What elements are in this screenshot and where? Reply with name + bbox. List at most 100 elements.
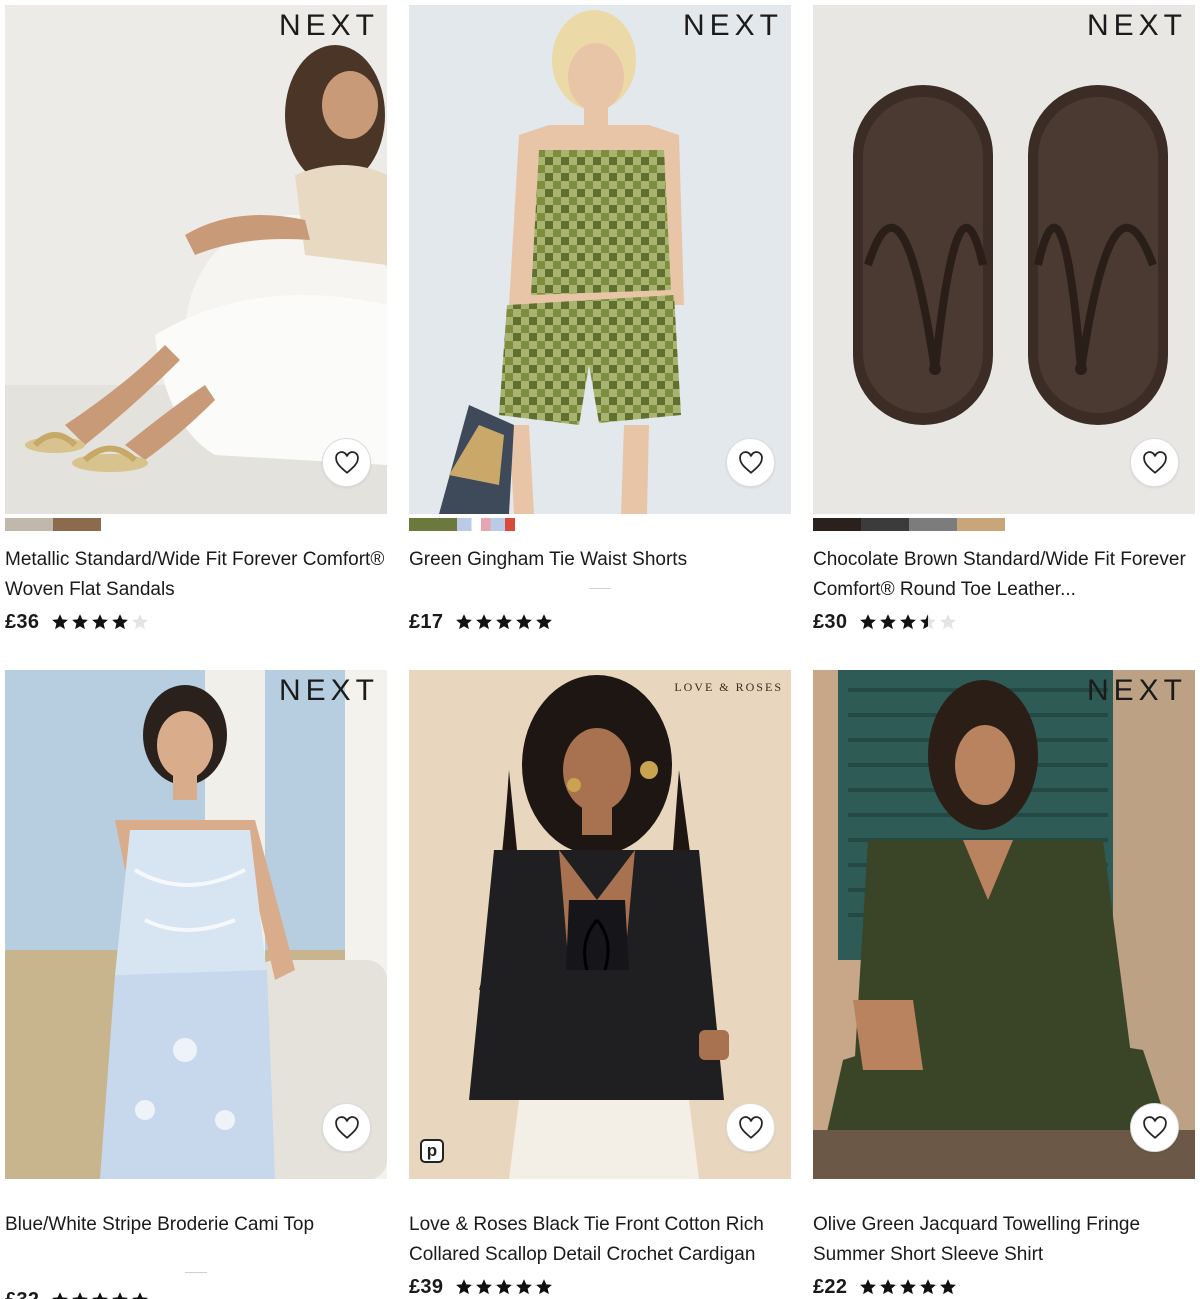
star-full-icon <box>92 1292 109 1299</box>
star-full-icon <box>456 1279 473 1295</box>
product-card[interactable]: NEXT Green Gingham Tie Waist Shorts £17 <box>409 5 791 633</box>
star-full-icon <box>880 1279 897 1295</box>
product-price: £22 <box>813 1275 848 1298</box>
star-full-icon <box>456 614 473 630</box>
colour-swatches <box>5 1183 387 1196</box>
star-full-icon <box>132 1292 149 1299</box>
wishlist-button[interactable] <box>1130 438 1179 487</box>
product-title[interactable]: Olive Green Jacquard Towelling Fringe Su… <box>813 1210 1195 1270</box>
product-card[interactable]: LOVE & ROSES p Love & Roses Black Tie Fr… <box>409 670 791 1298</box>
star-full-icon <box>860 1279 877 1295</box>
star-full-icon <box>476 1279 493 1295</box>
product-title[interactable]: Chocolate Brown Standard/Wide Fit Foreve… <box>813 545 1195 605</box>
product-price: £17 <box>409 610 444 633</box>
divider <box>589 588 611 589</box>
rating-stars <box>51 1291 149 1299</box>
product-title[interactable]: Green Gingham Tie Waist Shorts <box>409 545 791 605</box>
product-image[interactable]: NEXT <box>409 5 791 514</box>
price-rating-row: £22 <box>813 1276 1195 1298</box>
rating-stars <box>859 613 957 631</box>
heart-icon <box>1142 450 1167 474</box>
colour-swatches <box>813 518 1195 531</box>
heart-icon <box>738 1115 763 1139</box>
price-rating-row: £17 <box>409 611 791 633</box>
product-card[interactable]: NEXT Blue/White Stripe Broderie Cami Top… <box>5 670 387 1299</box>
star-full-icon <box>496 1279 513 1295</box>
product-photo-cami-top <box>5 670 387 1179</box>
brand-logo: LOVE & ROSES <box>674 680 783 694</box>
product-photo-sandals <box>5 5 387 514</box>
star-full-icon <box>536 1279 553 1295</box>
colour-swatch[interactable] <box>5 518 53 531</box>
product-image[interactable]: NEXT <box>813 670 1195 1179</box>
colour-swatch[interactable] <box>861 518 909 531</box>
star-full-icon <box>880 614 897 630</box>
rating-stars <box>51 613 149 631</box>
colour-swatch[interactable] <box>505 518 515 531</box>
divider <box>185 1272 207 1273</box>
product-photo-flip-flops <box>813 5 1195 514</box>
heart-icon <box>334 1115 359 1139</box>
colour-swatches <box>409 518 791 531</box>
wishlist-button[interactable] <box>1130 1103 1179 1152</box>
star-full-icon <box>516 1279 533 1295</box>
product-photo-towelling-shirt <box>813 670 1195 1179</box>
heart-icon <box>1142 1115 1167 1139</box>
star-full-icon <box>860 614 877 630</box>
brand-logo: NEXT <box>278 674 379 707</box>
star-full-icon <box>536 614 553 630</box>
rating-stars <box>859 1278 957 1296</box>
brand-logo: NEXT <box>1086 674 1187 707</box>
colour-swatches <box>409 1183 791 1196</box>
star-full-icon <box>900 1279 917 1295</box>
product-price: £30 <box>813 610 848 633</box>
star-full-icon <box>72 1292 89 1299</box>
brand-logo: NEXT <box>1086 9 1187 42</box>
product-photo-gingham-shorts <box>409 5 791 514</box>
star-half-icon <box>920 614 937 630</box>
product-image[interactable]: NEXT <box>5 5 387 514</box>
star-full-icon <box>940 1279 957 1295</box>
star-full-icon <box>900 614 917 630</box>
star-full-icon <box>112 614 129 630</box>
price-rating-row: £39 <box>409 1276 791 1298</box>
star-full-icon <box>92 614 109 630</box>
p-badge-icon: p <box>420 1139 444 1163</box>
product-image[interactable]: LOVE & ROSES p <box>409 670 791 1179</box>
colour-swatch[interactable] <box>813 518 861 531</box>
product-photo-crochet-cardigan <box>409 670 791 1179</box>
product-price: £39 <box>409 1275 444 1298</box>
heart-icon <box>738 450 763 474</box>
product-price: £36 <box>5 610 40 633</box>
star-empty-icon <box>132 614 149 630</box>
product-card[interactable]: NEXT Olive Green Jacquard Towelling Frin… <box>813 670 1195 1298</box>
colour-swatches <box>5 518 387 531</box>
wishlist-button[interactable] <box>322 1103 371 1152</box>
rating-stars <box>455 1278 553 1296</box>
star-full-icon <box>516 614 533 630</box>
product-card[interactable]: NEXT Metallic Standard/Wide Fit Forever … <box>5 5 387 633</box>
product-image[interactable]: NEXT <box>813 5 1195 514</box>
colour-swatch[interactable] <box>957 518 1005 531</box>
product-grid: NEXT Metallic Standard/Wide Fit Forever … <box>0 0 1200 1299</box>
wishlist-button[interactable] <box>322 438 371 487</box>
product-card[interactable]: NEXT Chocolate Brown Standard/Wide Fit F… <box>813 5 1195 633</box>
star-full-icon <box>52 614 69 630</box>
colour-swatch[interactable] <box>909 518 957 531</box>
product-title[interactable]: Love & Roses Black Tie Front Cotton Rich… <box>409 1210 791 1270</box>
star-full-icon <box>112 1292 129 1299</box>
colour-swatch[interactable] <box>457 518 505 531</box>
star-full-icon <box>476 614 493 630</box>
heart-icon <box>334 450 359 474</box>
colour-swatch[interactable] <box>53 518 101 531</box>
price-rating-row: £32 <box>5 1289 387 1299</box>
product-title[interactable]: Metallic Standard/Wide Fit Forever Comfo… <box>5 545 387 605</box>
wishlist-button[interactable] <box>726 438 775 487</box>
product-title[interactable]: Blue/White Stripe Broderie Cami Top <box>5 1210 387 1240</box>
product-image[interactable]: NEXT <box>5 670 387 1179</box>
colour-swatch[interactable] <box>409 518 457 531</box>
wishlist-button[interactable] <box>726 1103 775 1152</box>
star-full-icon <box>72 614 89 630</box>
brand-logo: NEXT <box>278 9 379 42</box>
brand-logo: NEXT <box>682 9 783 42</box>
